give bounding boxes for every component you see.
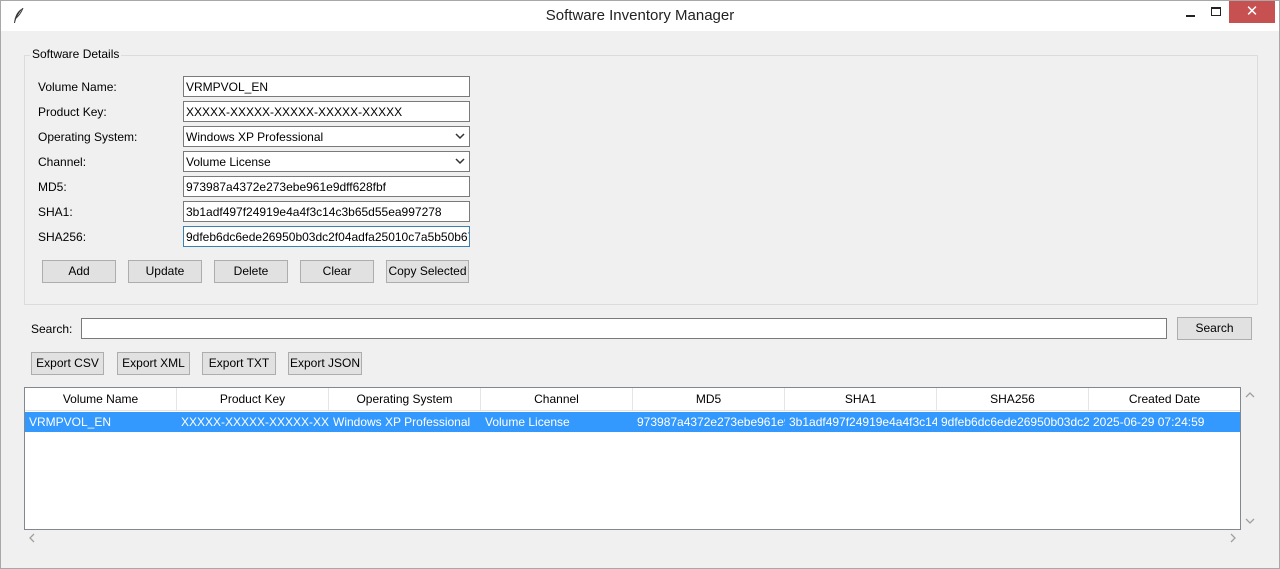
sha1-input[interactable]: 3b1adf497f24919e4a4f3c14c3b65d55ea997278	[183, 201, 470, 222]
operating-system-value: Windows XP Professional	[186, 130, 324, 144]
minimize-icon	[1186, 15, 1195, 17]
cell-created-date: 2025-06-29 07:24:59	[1093, 415, 1205, 429]
add-button[interactable]: Add	[42, 260, 116, 283]
cell-channel: Volume License	[485, 415, 570, 429]
product-key-input[interactable]: XXXXX-XXXXX-XXXXX-XXXXX-XXXXX	[183, 101, 470, 122]
chevron-down-icon[interactable]	[454, 130, 466, 142]
cell-operating-system: Windows XP Professional	[333, 415, 471, 429]
scroll-up-arrow-icon[interactable]	[1245, 390, 1255, 400]
column-header-operating-system[interactable]: Operating System	[329, 388, 481, 411]
table-header: Volume Name Product Key Operating System…	[25, 388, 1240, 411]
channel-value: Volume License	[186, 155, 271, 169]
title-bar[interactable]: Software Inventory Manager ✕	[1, 1, 1279, 31]
chevron-down-icon[interactable]	[454, 155, 466, 167]
table-row[interactable]: VRMPVOL_EN XXXXX-XXXXX-XXXXX-XXXXX Windo…	[25, 412, 1240, 432]
column-header-sha256[interactable]: SHA256	[937, 388, 1089, 411]
scroll-right-arrow-icon[interactable]	[1228, 533, 1238, 543]
cell-sha1: 3b1adf497f24919e4a4f3c14c	[789, 415, 937, 429]
group-title: Software Details	[30, 47, 122, 61]
operating-system-label: Operating System:	[38, 130, 138, 144]
search-input[interactable]	[81, 318, 1167, 339]
md5-input[interactable]: 973987a4372e273ebe961e9dff628fbf	[183, 176, 470, 197]
volume-name-label: Volume Name:	[38, 80, 117, 94]
maximize-button[interactable]	[1203, 1, 1229, 23]
window-title: Software Inventory Manager	[545, 7, 735, 24]
maximize-icon	[1211, 7, 1221, 16]
channel-combobox[interactable]: Volume License	[183, 151, 470, 172]
copy-selected-button[interactable]: Copy Selected	[386, 260, 469, 283]
minimize-button[interactable]	[1177, 1, 1203, 23]
software-table[interactable]: Volume Name Product Key Operating System…	[24, 387, 1241, 530]
column-header-created-date[interactable]: Created Date	[1089, 388, 1240, 411]
volume-name-input[interactable]: VRMPVOL_EN	[183, 76, 470, 97]
horizontal-scrollbar[interactable]	[24, 530, 1241, 547]
scroll-left-arrow-icon[interactable]	[27, 533, 37, 543]
update-button[interactable]: Update	[128, 260, 202, 283]
column-header-product-key[interactable]: Product Key	[177, 388, 329, 411]
export-csv-button[interactable]: Export CSV	[31, 352, 104, 375]
column-header-md5[interactable]: MD5	[633, 388, 785, 411]
export-json-button[interactable]: Export JSON	[288, 352, 362, 375]
export-txt-button[interactable]: Export TXT	[202, 352, 276, 375]
app-window: Software Inventory Manager ✕ Software De…	[0, 0, 1280, 569]
export-xml-button[interactable]: Export XML	[117, 352, 190, 375]
search-label: Search:	[31, 322, 73, 336]
md5-label: MD5:	[38, 180, 67, 194]
close-icon: ✕	[1245, 3, 1259, 20]
sha1-label: SHA1:	[38, 205, 73, 219]
cell-sha256: 9dfeb6dc6ede26950b03dc2	[941, 415, 1089, 429]
cell-volume-name: VRMPVOL_EN	[29, 415, 112, 429]
product-key-label: Product Key:	[38, 105, 107, 119]
search-button[interactable]: Search	[1177, 317, 1252, 340]
column-header-sha1[interactable]: SHA1	[785, 388, 937, 411]
clear-button[interactable]: Clear	[300, 260, 374, 283]
column-header-volume-name[interactable]: Volume Name	[25, 388, 177, 411]
sha256-label: SHA256:	[38, 230, 87, 244]
close-button[interactable]: ✕	[1229, 1, 1275, 23]
cell-md5: 973987a4372e273ebe961e9c	[637, 415, 785, 429]
delete-button[interactable]: Delete	[214, 260, 288, 283]
sha256-input[interactable]: 9dfeb6dc6ede26950b03dc2f04adfa25010c7a5b…	[183, 226, 470, 247]
scroll-down-arrow-icon[interactable]	[1245, 516, 1255, 526]
operating-system-combobox[interactable]: Windows XP Professional	[183, 126, 470, 147]
cell-product-key: XXXXX-XXXXX-XXXXX-XXXXX	[181, 415, 329, 429]
column-header-channel[interactable]: Channel	[481, 388, 633, 411]
channel-label: Channel:	[38, 155, 87, 169]
vertical-scrollbar[interactable]	[1242, 387, 1259, 530]
